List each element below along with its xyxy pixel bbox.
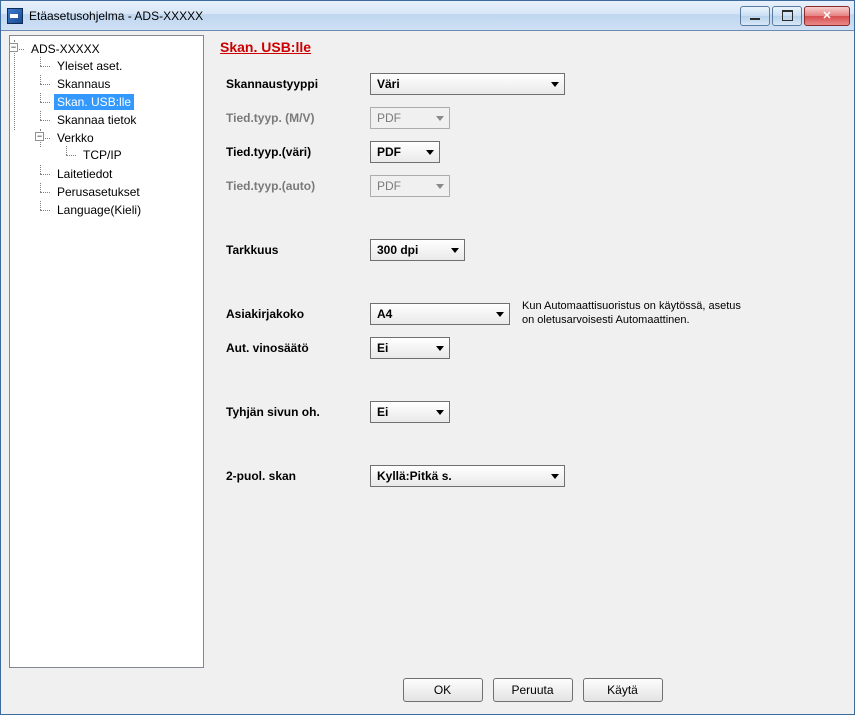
tree-item-scan-pc[interactable]: Skannaa tietok [40, 111, 201, 129]
row-doc-size: Asiakirjakoko A4 Kun Automaattisuoristus… [220, 299, 834, 329]
titlebar[interactable]: Etäasetusohjelma - ADS-XXXXX [1, 1, 854, 31]
select-filetype-color[interactable]: PDF [370, 141, 440, 163]
cancel-button[interactable]: Peruuta [493, 678, 573, 702]
dialog-buttons: OK Peruuta Käytä [9, 668, 846, 706]
window-controls [740, 6, 850, 26]
apply-button[interactable]: Käytä [583, 678, 663, 702]
tree-item-network[interactable]: − Verkko TCP/IP [40, 129, 201, 165]
select-auto-deskew[interactable]: Ei [370, 337, 450, 359]
select-duplex[interactable]: Kyllä:Pitkä s. [370, 465, 565, 487]
label-filetype-bw: Tied.tyyp. (M/V) [220, 111, 370, 125]
nav-tree[interactable]: − ADS-XXXXX Yleiset aset. Skannaus Skan.… [9, 35, 204, 668]
tree-item-general[interactable]: Yleiset aset. [40, 57, 201, 75]
minimize-button[interactable] [740, 6, 770, 26]
tree-item-deviceinfo[interactable]: Laitetiedot [40, 165, 201, 183]
row-filetype-auto: Tied.tyyp.(auto) PDF [220, 171, 834, 201]
row-filetype-bw: Tied.tyyp. (M/V) PDF [220, 103, 834, 133]
app-window: Etäasetusohjelma - ADS-XXXXX − ADS-XXXXX… [0, 0, 855, 715]
ok-button[interactable]: OK [403, 678, 483, 702]
close-button[interactable] [804, 6, 850, 26]
tree-toggle-icon[interactable]: − [35, 132, 44, 141]
row-scan-type: Skannaustyyppi Väri [220, 69, 834, 99]
select-filetype-auto: PDF [370, 175, 450, 197]
app-icon [7, 8, 23, 24]
tree-item-scan[interactable]: Skannaus [40, 75, 201, 93]
tree-toggle-icon[interactable]: − [9, 43, 18, 52]
select-skip-blank[interactable]: Ei [370, 401, 450, 423]
select-resolution[interactable]: 300 dpi [370, 239, 465, 261]
note-doc-size: Kun Automaattisuoristus on käytössä, ase… [522, 300, 752, 328]
label-scan-type: Skannaustyyppi [220, 77, 370, 91]
label-filetype-color: Tied.tyyp.(väri) [220, 145, 370, 159]
tree-root-label[interactable]: ADS-XXXXX [28, 41, 103, 57]
row-resolution: Tarkkuus 300 dpi [220, 235, 834, 265]
label-auto-deskew: Aut. vinosäätö [220, 341, 370, 355]
select-filetype-bw: PDF [370, 107, 450, 129]
client-area: − ADS-XXXXX Yleiset aset. Skannaus Skan.… [1, 31, 854, 714]
row-skip-blank: Tyhjän sivun oh. Ei [220, 397, 834, 427]
row-auto-deskew: Aut. vinosäätö Ei [220, 333, 834, 363]
tree-item-basic[interactable]: Perusasetukset [40, 183, 201, 201]
tree-item-scan-usb[interactable]: Skan. USB:lle [40, 93, 201, 111]
label-skip-blank: Tyhjän sivun oh. [220, 405, 370, 419]
tree-root[interactable]: − ADS-XXXXX Yleiset aset. Skannaus Skan.… [14, 40, 201, 220]
tree-item-language[interactable]: Language(Kieli) [40, 201, 201, 219]
row-duplex: 2-puol. skan Kyllä:Pitkä s. [220, 461, 834, 491]
label-duplex: 2-puol. skan [220, 469, 370, 483]
tree-item-tcpip[interactable]: TCP/IP [66, 146, 201, 164]
settings-panel: Skan. USB:lle Skannaustyyppi Väri Tied.t… [214, 35, 846, 668]
label-doc-size: Asiakirjakoko [220, 307, 370, 321]
window-title: Etäasetusohjelma - ADS-XXXXX [29, 9, 740, 23]
page-title: Skan. USB:lle [220, 39, 834, 55]
label-filetype-auto: Tied.tyyp.(auto) [220, 179, 370, 193]
row-filetype-color: Tied.tyyp.(väri) PDF [220, 137, 834, 167]
select-doc-size[interactable]: A4 [370, 303, 510, 325]
select-scan-type[interactable]: Väri [370, 73, 565, 95]
label-resolution: Tarkkuus [220, 243, 370, 257]
maximize-button[interactable] [772, 6, 802, 26]
